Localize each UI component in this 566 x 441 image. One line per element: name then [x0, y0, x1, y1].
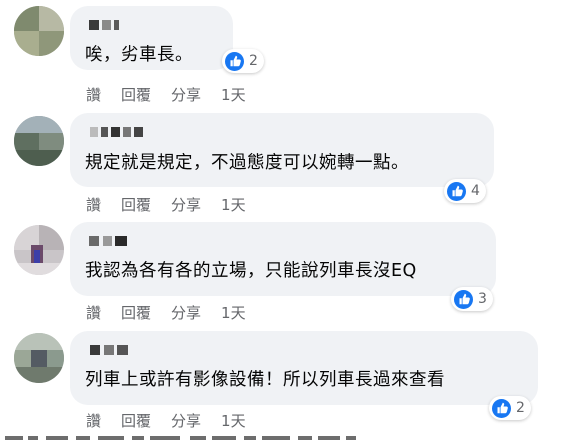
reaction-count-badge[interactable]: 2 — [222, 49, 264, 73]
comment-text: 列車上或許有影像設備！所以列車長過來查看 — [85, 370, 445, 390]
comment-text: 唉，劣車長。 — [85, 45, 193, 65]
reaction-count-badge[interactable]: 4 — [444, 179, 486, 203]
comment-actions: 讚 回覆 分享 1天 — [86, 194, 266, 215]
timestamp[interactable]: 1天 — [221, 194, 246, 215]
comment-actions: 讚 回覆 分享 1天 — [86, 84, 266, 105]
author-name-pixelated[interactable] — [84, 20, 221, 31]
share-link[interactable]: 分享 — [171, 194, 201, 215]
avatar[interactable] — [14, 225, 64, 275]
reply-link[interactable]: 回覆 — [121, 410, 151, 431]
comment-actions: 讚 回覆 分享 1天 — [86, 302, 266, 323]
like-thumbs-up-icon — [492, 398, 511, 418]
comment-bubble — [70, 222, 496, 296]
like-link[interactable]: 讚 — [86, 194, 101, 215]
timestamp[interactable]: 1天 — [221, 84, 246, 105]
comment-bubble — [70, 331, 538, 405]
like-link[interactable]: 讚 — [86, 84, 101, 105]
avatar[interactable] — [14, 6, 64, 56]
comment-actions: 讚 回覆 分享 1天 — [86, 410, 266, 431]
share-link[interactable]: 分享 — [171, 302, 201, 323]
like-link[interactable]: 讚 — [86, 410, 101, 431]
comment-text: 規定就是規定，不過態度可以婉轉一點。 — [85, 153, 409, 173]
timestamp[interactable]: 1天 — [221, 410, 246, 431]
avatar[interactable] — [14, 116, 64, 166]
author-name-pixelated[interactable] — [84, 236, 484, 247]
author-name-pixelated[interactable] — [84, 127, 482, 138]
reply-link[interactable]: 回覆 — [121, 84, 151, 105]
like-thumbs-up-icon — [225, 51, 244, 71]
cropped-next-content — [0, 434, 566, 441]
comment-text: 我認為各有各的立場，只能說列車長沒EQ — [85, 261, 417, 281]
reaction-count-badge[interactable]: 2 — [489, 396, 531, 420]
reaction-count-badge[interactable]: 3 — [451, 287, 493, 311]
comment-bubble — [70, 113, 494, 187]
like-thumbs-up-icon — [447, 181, 466, 201]
timestamp[interactable]: 1天 — [221, 302, 246, 323]
reply-link[interactable]: 回覆 — [121, 194, 151, 215]
like-link[interactable]: 讚 — [86, 302, 101, 323]
like-thumbs-up-icon — [454, 289, 473, 309]
share-link[interactable]: 分享 — [171, 84, 201, 105]
share-link[interactable]: 分享 — [171, 410, 201, 431]
author-name-pixelated[interactable] — [84, 345, 526, 356]
avatar[interactable] — [14, 333, 64, 383]
reply-link[interactable]: 回覆 — [121, 302, 151, 323]
